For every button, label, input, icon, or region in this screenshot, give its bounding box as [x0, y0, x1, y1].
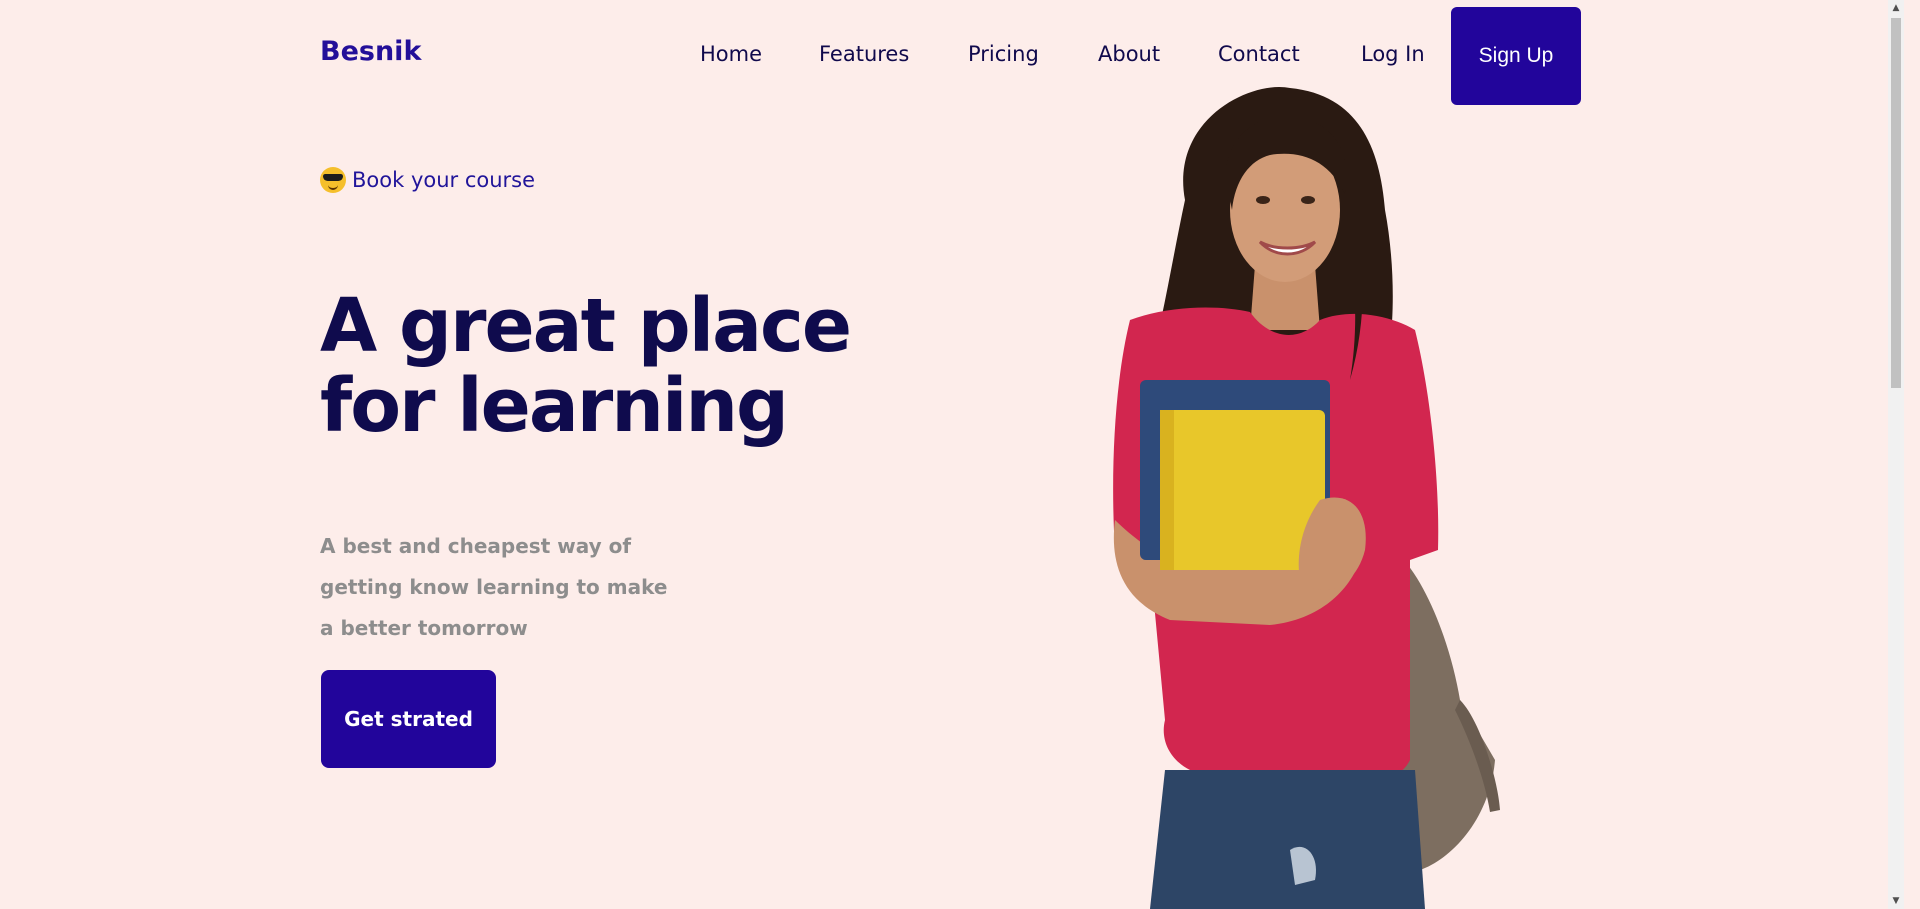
nav-pricing-link[interactable]: Pricing — [968, 42, 1039, 66]
scrollbar-thumb[interactable] — [1891, 18, 1901, 388]
brand-logo[interactable]: Besnik — [320, 36, 421, 67]
sunglasses-emoji-icon — [320, 167, 346, 193]
scroll-up-arrow-icon[interactable]: ▲ — [1888, 0, 1904, 16]
vertical-scrollbar[interactable]: ▲ ▼ — [1888, 0, 1904, 909]
landing-page: Besnik Home Features Pricing About Conta… — [0, 0, 1904, 909]
scroll-down-arrow-icon[interactable]: ▼ — [1888, 893, 1904, 909]
get-started-button[interactable]: Get strated — [321, 670, 496, 768]
hero-title: A great place for learning — [320, 283, 852, 449]
hero-description: A best and cheapest way of getting know … — [320, 526, 670, 649]
hero-description-line3: a better tomorrow — [320, 616, 528, 640]
nav-features-link[interactable]: Features — [819, 42, 909, 66]
student-with-books-image — [1113, 86, 1500, 909]
hero-description-line1: A best and cheapest way of — [320, 534, 632, 558]
nav-about-link[interactable]: About — [1098, 42, 1160, 66]
hero-description-line2: getting know learning to make — [320, 575, 668, 599]
nav-home-link[interactable]: Home — [700, 42, 762, 66]
hero-title-line2: for learning — [320, 363, 789, 449]
hero-title-line1: A great place — [320, 283, 852, 369]
nav-login-link[interactable]: Log In — [1361, 42, 1425, 66]
tagline-text: Book your course — [352, 168, 536, 192]
book-course-tagline: Book your course — [320, 167, 535, 193]
nav-contact-link[interactable]: Contact — [1218, 42, 1300, 66]
